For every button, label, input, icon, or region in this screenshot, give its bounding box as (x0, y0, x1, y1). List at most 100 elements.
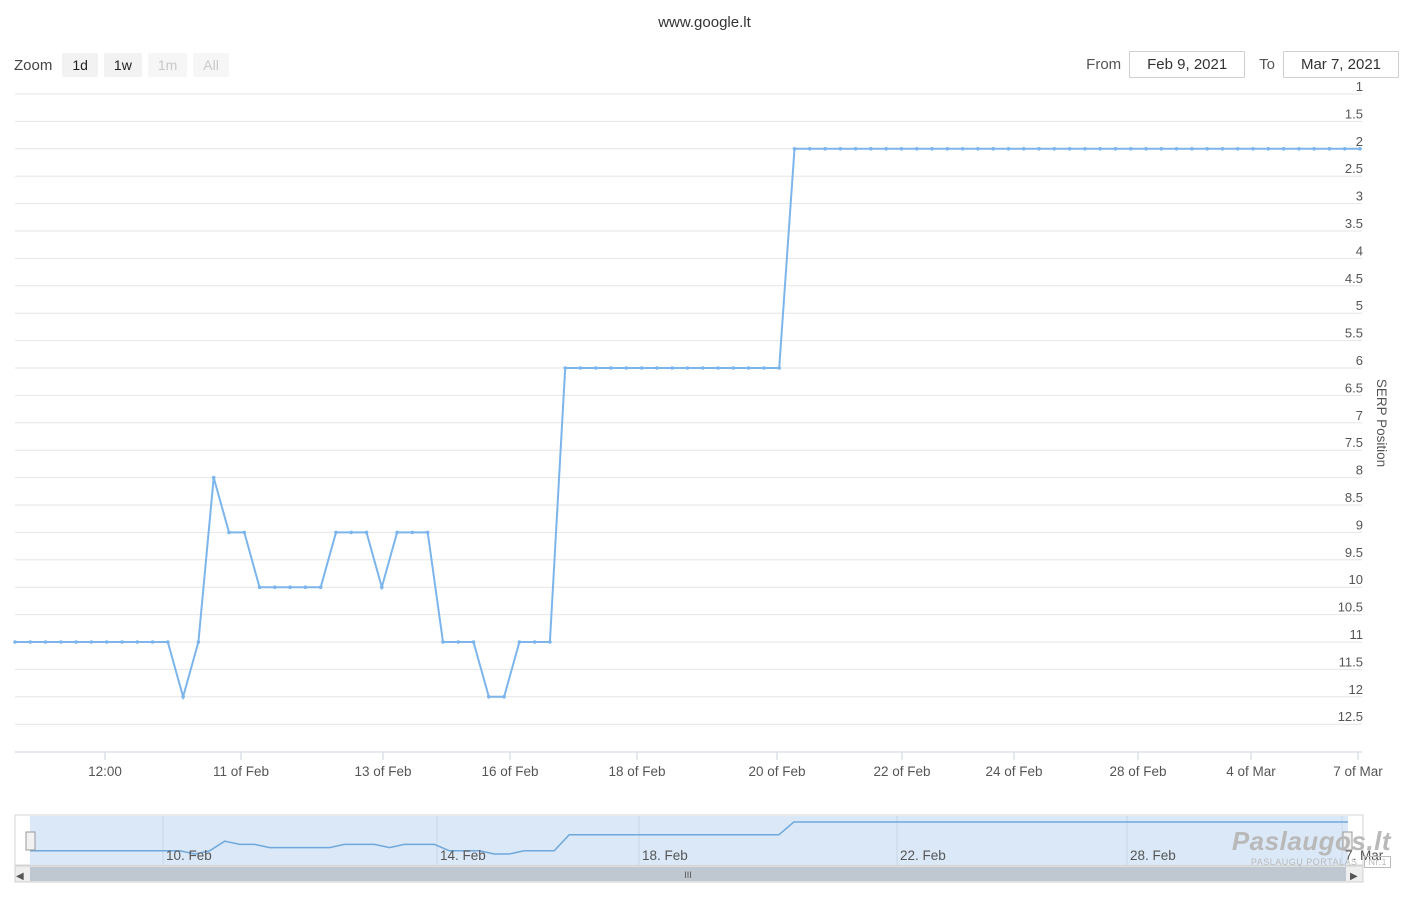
data-point (1067, 147, 1072, 151)
y-tick-label: 11 (1350, 627, 1364, 642)
data-point (150, 640, 155, 644)
x-tick-label: 22 of Feb (873, 764, 930, 779)
data-point (1083, 147, 1087, 151)
data-point (74, 640, 78, 644)
y-tick-label: 11.5 (1339, 654, 1363, 669)
y-tick-label: 12.5 (1338, 709, 1363, 724)
data-point (43, 640, 48, 644)
x-axis-ticks: 12:00 11 of Feb 13 of Feb 16 of Feb 18 of Fe… (88, 752, 1383, 779)
data-point (914, 147, 919, 151)
data-point (303, 585, 308, 589)
y-tick-label: 3 (1356, 189, 1363, 204)
data-point (1021, 147, 1026, 151)
data-point (364, 530, 369, 535)
data-point (1327, 147, 1332, 151)
data-point (227, 530, 231, 535)
data-point (609, 366, 613, 370)
x-tick-label: 13 of Feb (354, 764, 411, 779)
y-tick-label: 1.5 (1345, 106, 1363, 121)
data-point (196, 640, 201, 644)
y-tick-label: 2.5 (1345, 161, 1363, 176)
y-tick-label: 5 (1356, 298, 1363, 313)
y-tick-label: 7 (1356, 408, 1363, 423)
y-tick-label: 5.5 (1345, 326, 1363, 341)
data-point (13, 640, 17, 644)
data-point (59, 640, 63, 644)
y-tick-label: 12 (1349, 682, 1363, 697)
data-point (318, 585, 323, 589)
data-point (334, 530, 338, 535)
y-tick-label: 1 (1356, 79, 1363, 94)
data-point (1342, 147, 1347, 151)
data-point (593, 366, 598, 370)
serp-position-chart: 11.522.533.544.555.566.577.588.599.51010… (13, 79, 1389, 883)
y-tick-label: 6.5 (1345, 380, 1363, 395)
data-point (380, 585, 384, 589)
navigator-label: 14. Feb (440, 848, 486, 863)
data-point (578, 366, 583, 370)
y-tick-label: 8.5 (1345, 490, 1363, 505)
data-point (456, 640, 461, 644)
y-tick-label: 10.5 (1338, 600, 1363, 615)
scroll-right-arrow-icon[interactable]: ▶ (1350, 871, 1358, 882)
data-point (349, 530, 354, 535)
data-point (655, 366, 659, 370)
x-tick-label: 24 of Feb (985, 764, 1042, 779)
data-point (670, 366, 675, 370)
data-point (762, 366, 766, 370)
navigator-label: 28. Feb (1130, 848, 1176, 863)
data-point (1251, 147, 1255, 151)
data-point (960, 147, 965, 151)
x-tick-label: 20 of Feb (748, 764, 805, 779)
x-tick-label: 18 of Feb (608, 764, 665, 779)
scroll-left-arrow-icon[interactable]: ◀ (16, 871, 24, 882)
data-point (1006, 147, 1011, 151)
data-point (1098, 147, 1102, 151)
data-point (991, 147, 995, 151)
data-point (1144, 147, 1148, 151)
data-point (1297, 147, 1301, 151)
navigator-label: 22. Feb (900, 848, 946, 863)
data-point (242, 530, 247, 535)
watermark-brand: Paslaugos.lt (1231, 826, 1391, 856)
data-point (945, 147, 950, 151)
data-point (471, 640, 476, 644)
data-point (1113, 147, 1118, 151)
x-tick-label: 11 of Feb (213, 764, 269, 779)
data-point (89, 640, 94, 644)
navigator-left-handle[interactable] (25, 831, 36, 851)
data-point (120, 640, 124, 644)
data-point (1266, 147, 1271, 151)
data-point (1358, 147, 1362, 151)
data-point (1220, 147, 1225, 151)
data-point (685, 366, 690, 370)
data-point (395, 530, 399, 535)
data-point (1052, 147, 1057, 151)
watermark-badge: Nr.1 (1364, 856, 1391, 868)
x-tick-label: 28 of Feb (1109, 764, 1166, 779)
data-point (211, 475, 216, 480)
y-tick-label: 3.5 (1345, 216, 1363, 231)
data-point (548, 640, 552, 644)
data-point (807, 147, 812, 151)
data-point (853, 147, 858, 151)
data-point (257, 585, 262, 589)
grid-lines (15, 93, 1362, 725)
data-point (532, 640, 537, 644)
data-point (288, 585, 292, 589)
data-point (731, 366, 736, 370)
y-axis-title: SERP Position (1374, 379, 1389, 467)
data-point (410, 530, 415, 535)
data-point (1205, 147, 1209, 151)
data-point (899, 147, 904, 151)
data-point (28, 640, 33, 644)
navigator-label: 10. Feb (166, 848, 212, 863)
data-point (1174, 147, 1179, 151)
data-point (166, 640, 170, 644)
data-point (746, 366, 751, 370)
data-point (930, 147, 934, 151)
data-point (700, 366, 705, 370)
navigator-label: 18. Feb (642, 848, 688, 863)
y-tick-label: 10 (1349, 572, 1363, 587)
data-point (1159, 147, 1164, 151)
